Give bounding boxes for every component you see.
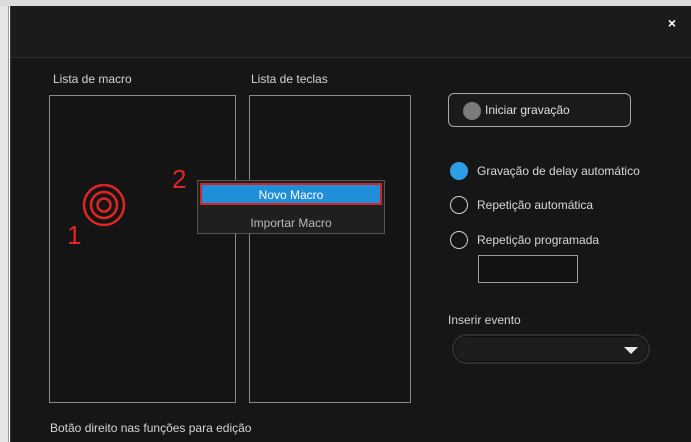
record-icon [463,102,481,120]
start-recording-button[interactable]: Iniciar gravação [448,93,631,127]
key-list-panel[interactable] [249,95,411,403]
repeat-count-input[interactable] [478,255,578,283]
footer-hint: Botão direito nas funções para edição [50,421,252,435]
key-list-label: Lista de teclas [251,72,328,86]
annotation-step-1: 1 [67,220,82,250]
insert-event-dropdown[interactable] [452,334,650,364]
radio-indicator [450,231,468,249]
radio-indicator [450,162,468,180]
chevron-down-icon [624,347,638,354]
radio-label: Gravação de delay automático [477,164,640,178]
start-recording-label: Iniciar gravação [485,103,570,117]
radio-indicator [450,196,468,214]
macro-list-label: Lista de macro [53,72,132,86]
radio-label: Repetição programada [477,233,600,247]
radio-label: Repetição automática [477,198,594,212]
title-bar: × [11,6,691,58]
context-menu: Novo Macro Importar Macro [197,180,385,234]
target-icon [82,183,126,227]
insert-event-label: Inserir evento [448,313,521,327]
macro-window: × Lista de macro Lista de teclas 1 2 Nov… [10,6,691,442]
window-left-edge [0,6,9,442]
close-icon[interactable]: × [661,12,683,34]
annotation-step-2: 2 [172,164,187,194]
menu-item-importar-macro[interactable]: Importar Macro [198,211,384,235]
menu-item-novo-macro[interactable]: Novo Macro [200,183,382,205]
